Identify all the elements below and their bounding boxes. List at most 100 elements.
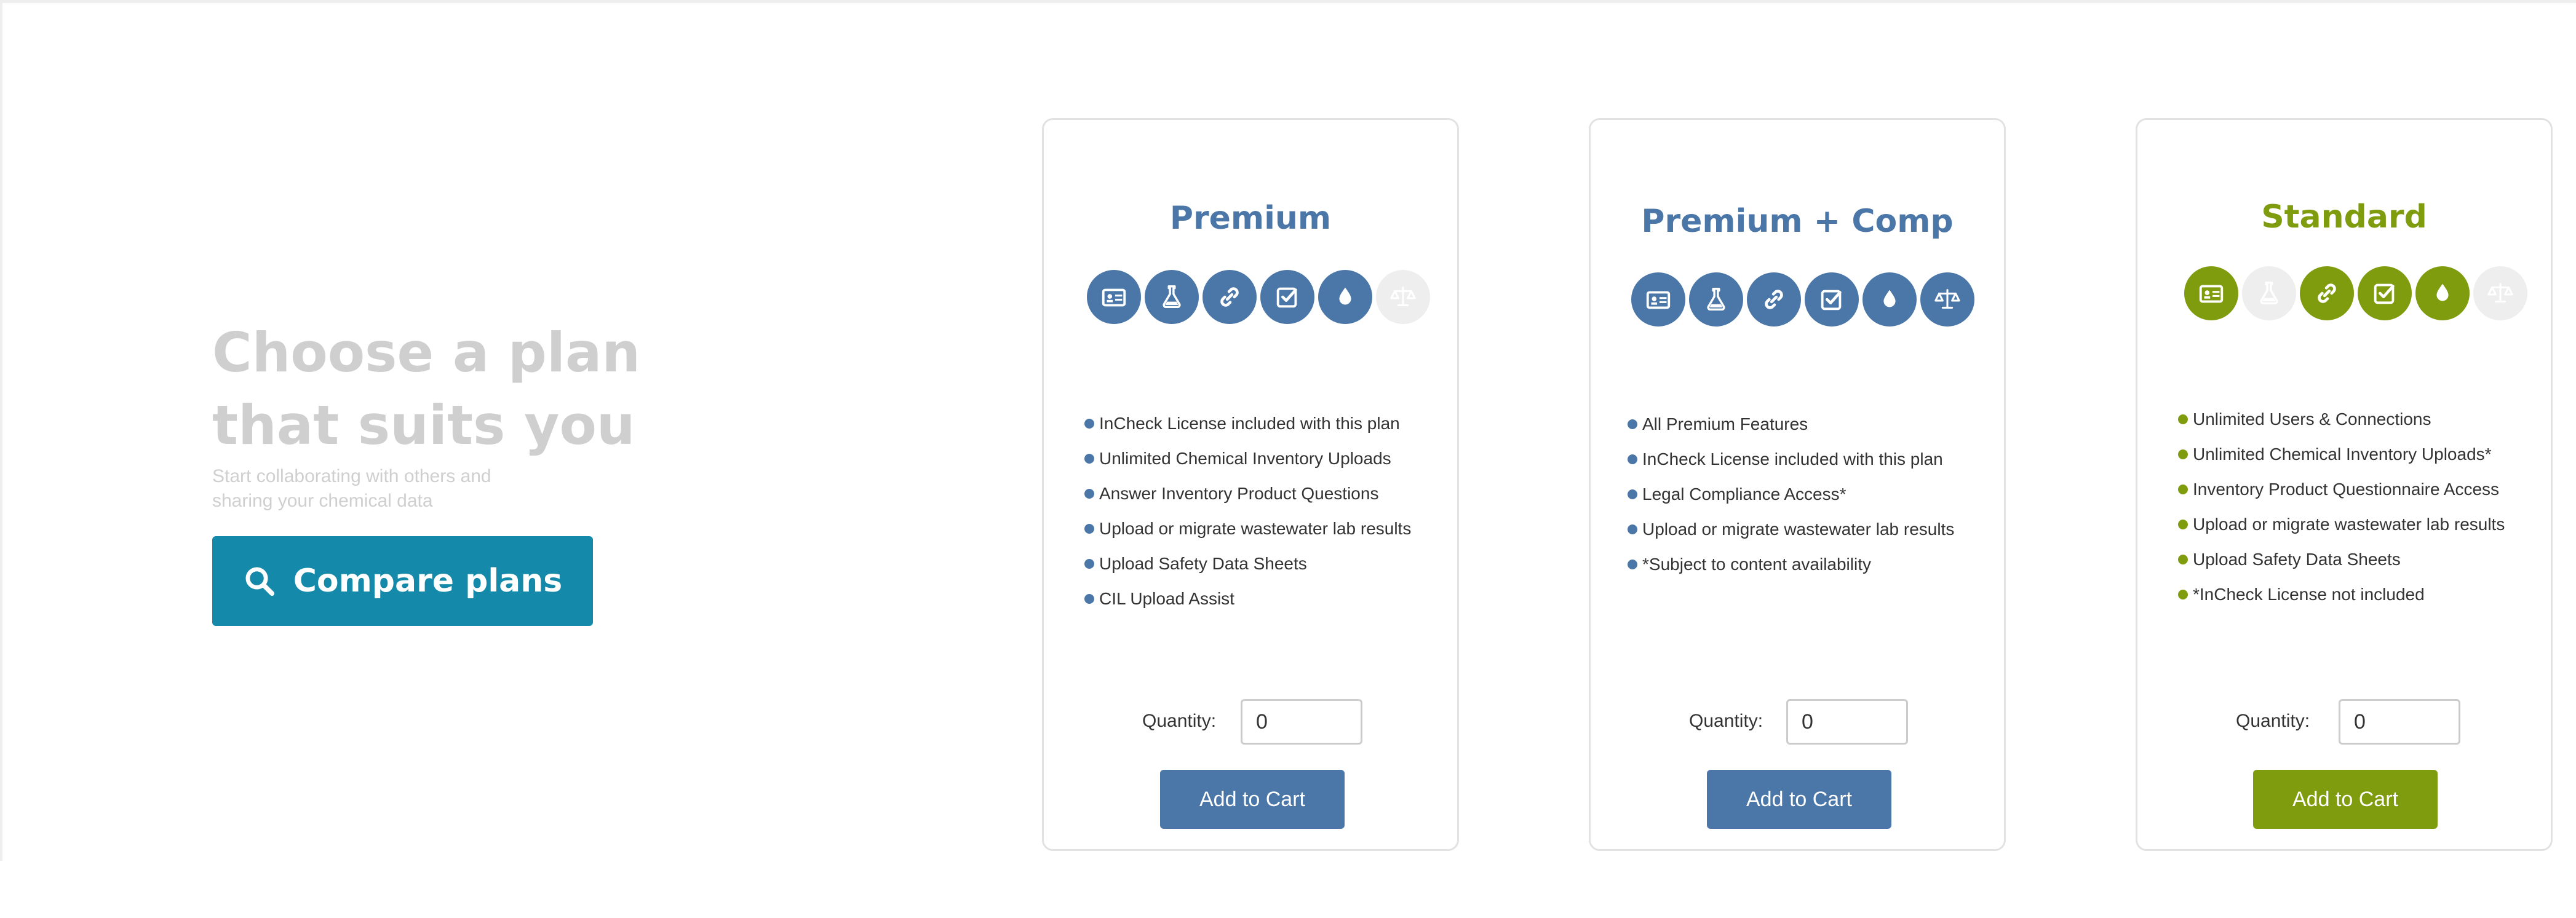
scale-icon — [2473, 266, 2527, 320]
quantity-input[interactable] — [2339, 699, 2460, 745]
hero-subtitle-line2: sharing your chemical data — [212, 491, 433, 511]
feature-item: All Premium Features — [1628, 406, 1954, 441]
hero-section: Choose a plan that suits you Start colla… — [212, 317, 643, 513]
quantity-label: Quantity: — [1689, 711, 1763, 731]
bullet-dot — [1084, 418, 1094, 429]
feature-item: *Subject to content availability — [1628, 547, 1954, 582]
hero-title-line2: that suits you — [212, 394, 635, 457]
quantity-input[interactable] — [1241, 699, 1362, 745]
scale-icon — [1920, 272, 1974, 326]
bullet-dot — [1084, 523, 1094, 534]
bullet-dot — [2178, 484, 2188, 494]
link-icon — [1747, 272, 1801, 326]
feature-item: CIL Upload Assist — [1084, 581, 1411, 616]
feature-item: InCheck License included with this plan — [1628, 441, 1954, 477]
feature-item: InCheck License included with this plan — [1084, 406, 1411, 441]
plan-card-premium-comp: Premium + Comp All Premium Features InChe… — [1589, 118, 2006, 851]
bullet-dot — [1084, 453, 1094, 464]
bullet-dot — [1628, 559, 1637, 569]
feature-text: Unlimited Chemical Inventory Uploads* — [2193, 445, 2492, 464]
plan-feature-icons — [1087, 270, 1430, 324]
bullet-dot — [2178, 414, 2188, 424]
feature-text: Upload or migrate wastewater lab results — [2193, 515, 2505, 534]
quantity-label: Quantity: — [1142, 711, 1217, 731]
plan-feature-list: InCheck License included with this plan U… — [1084, 406, 1411, 616]
search-icon — [245, 567, 274, 596]
hero-subtitle: Start collaborating with others and shar… — [212, 464, 557, 513]
plan-title: Premium + Comp — [1641, 203, 1954, 240]
feature-item: *InCheck License not included — [2178, 577, 2505, 612]
bullet-dot — [1628, 454, 1637, 464]
feature-text: All Premium Features — [1642, 414, 1808, 433]
checkbox-icon — [1260, 270, 1314, 324]
drop-icon — [1318, 270, 1372, 324]
feature-item: Upload or migrate wastewater lab results — [2178, 507, 2505, 542]
bullet-dot — [1084, 558, 1094, 569]
feature-text: *Subject to content availability — [1642, 555, 1871, 574]
feature-text: CIL Upload Assist — [1099, 589, 1234, 608]
bullet-dot — [1628, 419, 1637, 429]
hero-title-line1: Choose a plan — [212, 321, 641, 384]
hero-title: Choose a plan that suits you — [212, 317, 643, 462]
quantity-input[interactable] — [1786, 699, 1908, 745]
add-to-cart-button[interactable]: Add to Cart — [1160, 770, 1345, 829]
feature-text: Upload Safety Data Sheets — [2193, 550, 2401, 569]
feature-text: InCheck License included with this plan — [1099, 414, 1400, 433]
add-to-cart-button[interactable]: Add to Cart — [2253, 770, 2438, 829]
flask-icon — [2242, 266, 2296, 320]
feature-text: Unlimited Users & Connections — [2193, 410, 2431, 429]
bullet-dot — [2178, 519, 2188, 529]
feature-item: Unlimited Chemical Inventory Uploads — [1084, 441, 1411, 476]
feature-text: *InCheck License not included — [2193, 585, 2425, 604]
id-card-icon — [1087, 270, 1141, 324]
feature-text: Answer Inventory Product Questions — [1099, 484, 1379, 503]
plan-feature-icons — [1631, 272, 1974, 326]
link-icon — [1203, 270, 1257, 324]
add-to-cart-button[interactable]: Add to Cart — [1707, 770, 1891, 829]
feature-text: Legal Compliance Access* — [1642, 485, 1847, 504]
flask-icon — [1689, 272, 1743, 326]
feature-item: Upload or migrate wastewater lab results — [1084, 511, 1411, 546]
feature-text: Upload Safety Data Sheets — [1099, 554, 1307, 573]
bullet-dot — [1084, 488, 1094, 499]
bullet-dot — [1628, 489, 1637, 499]
bullet-dot — [2178, 554, 2188, 564]
feature-item: Inventory Product Questionnaire Access — [2178, 472, 2505, 507]
bullet-dot — [1628, 524, 1637, 534]
feature-item: Upload Safety Data Sheets — [1084, 546, 1411, 581]
bullet-dot — [2178, 589, 2188, 599]
feature-text: Unlimited Chemical Inventory Uploads — [1099, 449, 1391, 468]
checkbox-icon — [1805, 272, 1859, 326]
id-card-icon — [2184, 266, 2238, 320]
hero-subtitle-line1: Start collaborating with others and — [212, 466, 491, 486]
feature-text: Upload or migrate wastewater lab results — [1642, 520, 1955, 539]
checkbox-icon — [2358, 266, 2412, 320]
id-card-icon — [1631, 272, 1685, 326]
feature-item: Upload Safety Data Sheets — [2178, 542, 2505, 577]
feature-item: Answer Inventory Product Questions — [1084, 476, 1411, 511]
feature-text: Upload or migrate wastewater lab results — [1099, 519, 1412, 538]
plan-feature-list: Unlimited Users & Connections Unlimited C… — [2178, 402, 2505, 612]
bullet-dot — [2178, 449, 2188, 459]
plan-feature-icons — [2184, 266, 2527, 320]
plan-card-standard: Standard Unlimited Users & Connections Un… — [2136, 118, 2553, 851]
link-icon — [2300, 266, 2354, 320]
feature-item: Upload or migrate wastewater lab results — [1628, 512, 1954, 547]
drop-icon — [2415, 266, 2470, 320]
plan-title: Standard — [2261, 199, 2427, 235]
feature-text: Inventory Product Questionnaire Access — [2193, 480, 2500, 499]
feature-text: InCheck License included with this plan — [1642, 449, 1943, 469]
feature-item: Legal Compliance Access* — [1628, 477, 1954, 512]
plan-card-premium: Premium InCheck License included with th… — [1042, 118, 1459, 851]
plan-title: Premium — [1169, 200, 1332, 237]
feature-item: Unlimited Users & Connections — [2178, 402, 2505, 437]
bullet-dot — [1084, 593, 1094, 604]
top-border — [0, 0, 2576, 3]
plan-feature-list: All Premium Features InCheck License incl… — [1628, 406, 1954, 582]
compare-plans-button[interactable]: Compare plans — [212, 536, 593, 626]
quantity-label: Quantity: — [2236, 711, 2310, 731]
scale-icon — [1376, 270, 1430, 324]
left-border — [0, 0, 2, 861]
compare-plans-label: Compare plans — [293, 563, 563, 599]
drop-icon — [1862, 272, 1917, 326]
